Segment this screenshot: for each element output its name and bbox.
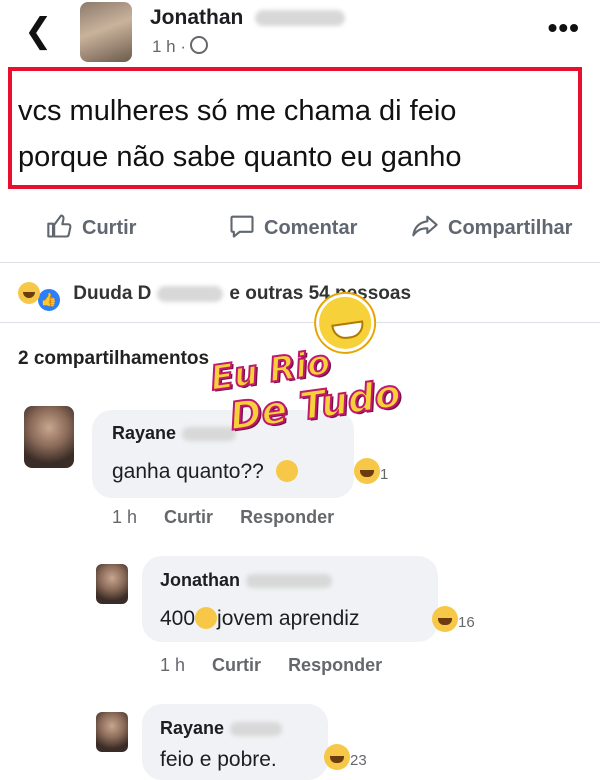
- post-header: ❮ Jonathan 1 h · •••: [0, 0, 600, 70]
- shares-count[interactable]: 2 compartilhamentos: [18, 348, 209, 370]
- comment-author[interactable]: Jonathan: [160, 570, 333, 591]
- watermark-logo: Eu Rio De Tudo: [196, 287, 415, 463]
- comment-icon: [230, 215, 254, 238]
- comment-author-text[interactable]: Rayane: [112, 423, 176, 443]
- share-arrow-icon: [412, 215, 438, 237]
- comment-reactions[interactable]: 1: [354, 458, 388, 484]
- haha-reaction-icon: [354, 458, 380, 484]
- post-actions: Curtir Comentar Compartilhar: [0, 206, 600, 252]
- thumbs-up-icon: [47, 214, 72, 238]
- comment-text-content: ganha quanto??: [112, 460, 264, 483]
- haha-reaction-icon: [432, 606, 458, 632]
- post-meta: 1 h ·: [152, 36, 209, 57]
- comment-text: ganha quanto??: [112, 460, 298, 484]
- blurred-surname: [246, 574, 333, 589]
- post-text: vcs mulheres só me chama di feio porque …: [18, 88, 588, 180]
- comment-reactions[interactable]: 23: [324, 744, 367, 770]
- like-button[interactable]: Curtir: [46, 212, 136, 240]
- comment-reply-button[interactable]: Responder: [240, 507, 334, 527]
- comment-author-text[interactable]: Rayane: [160, 718, 224, 738]
- post-time[interactable]: 1 h ·: [152, 37, 186, 56]
- comment-reply-button[interactable]: Responder: [288, 655, 382, 675]
- globe-icon: [190, 36, 209, 54]
- comment-meta: 1 h Curtir Responder: [112, 507, 356, 528]
- comment-meta: 1 h Curtir Responder: [160, 655, 404, 676]
- comment-time[interactable]: 1 h: [160, 655, 185, 675]
- post-text-line-2: porque não sabe quanto eu ganho: [18, 141, 462, 173]
- author-name-text[interactable]: Jonathan: [150, 6, 243, 29]
- comment-author-text[interactable]: Jonathan: [160, 570, 240, 590]
- more-horizontal-icon[interactable]: •••: [548, 12, 580, 44]
- post-text-line-1: vcs mulheres só me chama di feio: [18, 95, 457, 127]
- author-avatar[interactable]: [80, 2, 132, 62]
- commenter-avatar[interactable]: [96, 712, 128, 752]
- commenter-avatar[interactable]: [96, 564, 128, 604]
- blurred-surname: [255, 10, 346, 27]
- author-name[interactable]: Jonathan: [150, 6, 346, 30]
- like-label[interactable]: Curtir: [82, 217, 136, 239]
- comment-label[interactable]: Comentar: [264, 217, 357, 239]
- divider: [0, 262, 600, 263]
- comment-like-button[interactable]: Curtir: [164, 507, 213, 527]
- share-label[interactable]: Compartilhar: [448, 217, 572, 239]
- commenter-avatar[interactable]: [24, 406, 74, 468]
- comment-time[interactable]: 1 h: [112, 507, 137, 527]
- reactor-name: Duuda D: [73, 283, 152, 304]
- haha-reaction-icon: [324, 744, 350, 770]
- chevron-left-icon[interactable]: ❮: [24, 14, 53, 48]
- haha-reaction-icon: [18, 282, 40, 304]
- comment-like-button[interactable]: Curtir: [212, 655, 261, 675]
- share-button[interactable]: Compartilhar: [410, 212, 572, 240]
- comment-text: 400 jovem aprendiz: [160, 607, 359, 631]
- reaction-count: 16: [458, 614, 475, 631]
- blurred-reactor-surname: [157, 285, 224, 302]
- comment-text-before: 400: [160, 607, 196, 630]
- reaction-count: 1: [380, 466, 389, 483]
- comment-reactions[interactable]: 16: [432, 606, 475, 632]
- comment-text-after: jovem aprendiz: [217, 607, 360, 630]
- comment-text: feio e pobre.: [160, 748, 277, 771]
- comment-button[interactable]: Comentar: [228, 212, 357, 240]
- comment-author[interactable]: Rayane: [160, 718, 283, 739]
- blurred-surname: [230, 722, 283, 737]
- unamused-face-icon: [195, 607, 218, 629]
- reaction-count: 23: [350, 752, 367, 769]
- thinking-face-icon: [275, 460, 298, 482]
